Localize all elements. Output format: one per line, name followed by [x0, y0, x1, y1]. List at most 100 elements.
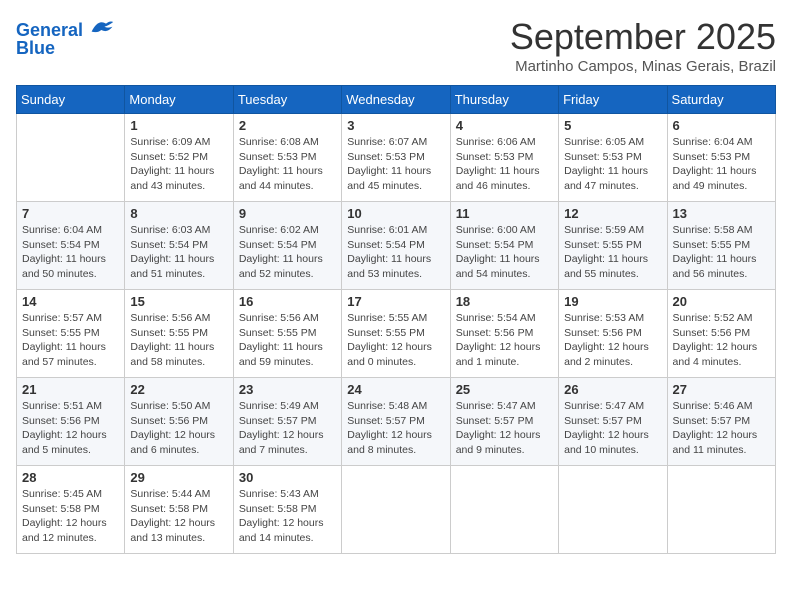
day-number: 13: [673, 206, 770, 221]
col-header-monday: Monday: [125, 86, 233, 114]
calendar-cell: 5 Sunrise: 6:05 AM Sunset: 5:53 PM Daylig…: [559, 114, 667, 202]
day-number: 19: [564, 294, 661, 309]
day-info: Sunrise: 6:03 AM Sunset: 5:54 PM Dayligh…: [130, 223, 227, 282]
day-info: Sunrise: 5:52 AM Sunset: 5:56 PM Dayligh…: [673, 311, 770, 370]
calendar-cell: 12Sunrise: 5:59 AM Sunset: 5:55 PM Dayli…: [559, 202, 667, 290]
week-row-4: 21 Sunrise: 5:51 AM Sunset: 5:56 PM Dayli…: [17, 378, 776, 466]
calendar-cell: 24 Sunrise: 5:48 AM Sunset: 5:57 PM Dayli…: [342, 378, 450, 466]
calendar-cell: [667, 466, 775, 554]
month-title: September 2025: [510, 16, 776, 58]
day-info: Sunrise: 6:06 AM Sunset: 5:53 PM Dayligh…: [456, 135, 553, 194]
logo: General Blue: [16, 16, 114, 59]
day-info: Sunrise: 5:56 AM Sunset: 5:55 PM Dayligh…: [239, 311, 336, 370]
col-header-thursday: Thursday: [450, 86, 558, 114]
calendar-cell: 18 Sunrise: 5:54 AM Sunset: 5:56 PM Dayli…: [450, 290, 558, 378]
day-info: Sunrise: 5:43 AM Sunset: 5:58 PM Dayligh…: [239, 487, 336, 546]
col-header-saturday: Saturday: [667, 86, 775, 114]
logo-bird-icon: [90, 16, 114, 36]
day-info: Sunrise: 6:05 AM Sunset: 5:53 PM Dayligh…: [564, 135, 661, 194]
day-number: 17: [347, 294, 444, 309]
location-subtitle: Martinho Campos, Minas Gerais, Brazil: [510, 58, 776, 75]
day-info: Sunrise: 5:48 AM Sunset: 5:57 PM Dayligh…: [347, 399, 444, 458]
day-info: Sunrise: 5:47 AM Sunset: 5:57 PM Dayligh…: [564, 399, 661, 458]
day-info: Sunrise: 5:51 AM Sunset: 5:56 PM Dayligh…: [22, 399, 119, 458]
calendar-cell: 30 Sunrise: 5:43 AM Sunset: 5:58 PM Dayli…: [233, 466, 341, 554]
calendar-cell: 6Sunrise: 6:04 AM Sunset: 5:53 PM Daylig…: [667, 114, 775, 202]
day-number: 26: [564, 382, 661, 397]
calendar-cell: 26 Sunrise: 5:47 AM Sunset: 5:57 PM Dayli…: [559, 378, 667, 466]
week-row-5: 28 Sunrise: 5:45 AM Sunset: 5:58 PM Dayli…: [17, 466, 776, 554]
day-info: Sunrise: 5:50 AM Sunset: 5:56 PM Dayligh…: [130, 399, 227, 458]
calendar-cell: 2 Sunrise: 6:08 AM Sunset: 5:53 PM Daylig…: [233, 114, 341, 202]
calendar-cell: 20 Sunrise: 5:52 AM Sunset: 5:56 PM Dayli…: [667, 290, 775, 378]
day-number: 24: [347, 382, 444, 397]
title-block: September 2025 Martinho Campos, Minas Ge…: [510, 16, 776, 75]
day-number: 22: [130, 382, 227, 397]
week-row-2: 7 Sunrise: 6:04 AM Sunset: 5:54 PM Daylig…: [17, 202, 776, 290]
calendar-cell: 8 Sunrise: 6:03 AM Sunset: 5:54 PM Daylig…: [125, 202, 233, 290]
day-number: 4: [456, 118, 553, 133]
day-info: Sunrise: 5:55 AM Sunset: 5:55 PM Dayligh…: [347, 311, 444, 370]
day-number: 3: [347, 118, 444, 133]
day-info: Sunrise: 5:53 AM Sunset: 5:56 PM Dayligh…: [564, 311, 661, 370]
calendar-cell: 13 Sunrise: 5:58 AM Sunset: 5:55 PM Dayli…: [667, 202, 775, 290]
col-header-friday: Friday: [559, 86, 667, 114]
col-header-tuesday: Tuesday: [233, 86, 341, 114]
day-info: Sunrise: 5:59 AM Sunset: 5:55 PM Dayligh…: [564, 223, 661, 282]
calendar-cell: 17 Sunrise: 5:55 AM Sunset: 5:55 PM Dayli…: [342, 290, 450, 378]
day-info: Sunrise: 5:56 AM Sunset: 5:55 PM Dayligh…: [130, 311, 227, 370]
calendar-cell: 14Sunrise: 5:57 AM Sunset: 5:55 PM Dayli…: [17, 290, 125, 378]
day-number: 1: [130, 118, 227, 133]
calendar-cell: 10Sunrise: 6:01 AM Sunset: 5:54 PM Dayli…: [342, 202, 450, 290]
calendar-cell: [17, 114, 125, 202]
calendar-cell: 1 Sunrise: 6:09 AM Sunset: 5:52 PM Daylig…: [125, 114, 233, 202]
page-header: General Blue September 2025 Martinho Cam…: [16, 16, 776, 75]
day-number: 16: [239, 294, 336, 309]
calendar-cell: 27 Sunrise: 5:46 AM Sunset: 5:57 PM Dayli…: [667, 378, 775, 466]
calendar-cell: 15Sunrise: 5:56 AM Sunset: 5:55 PM Dayli…: [125, 290, 233, 378]
day-number: 28: [22, 470, 119, 485]
col-header-wednesday: Wednesday: [342, 86, 450, 114]
day-number: 27: [673, 382, 770, 397]
day-number: 21: [22, 382, 119, 397]
calendar-cell: 9 Sunrise: 6:02 AM Sunset: 5:54 PM Daylig…: [233, 202, 341, 290]
calendar-cell: 25Sunrise: 5:47 AM Sunset: 5:57 PM Dayli…: [450, 378, 558, 466]
day-info: Sunrise: 6:04 AM Sunset: 5:53 PM Dayligh…: [673, 135, 770, 194]
day-number: 30: [239, 470, 336, 485]
day-number: 10: [347, 206, 444, 221]
day-info: Sunrise: 5:44 AM Sunset: 5:58 PM Dayligh…: [130, 487, 227, 546]
day-info: Sunrise: 6:08 AM Sunset: 5:53 PM Dayligh…: [239, 135, 336, 194]
calendar-cell: 28 Sunrise: 5:45 AM Sunset: 5:58 PM Dayli…: [17, 466, 125, 554]
day-number: 25: [456, 382, 553, 397]
day-info: Sunrise: 6:02 AM Sunset: 5:54 PM Dayligh…: [239, 223, 336, 282]
day-info: Sunrise: 5:49 AM Sunset: 5:57 PM Dayligh…: [239, 399, 336, 458]
calendar-cell: 21 Sunrise: 5:51 AM Sunset: 5:56 PM Dayli…: [17, 378, 125, 466]
day-info: Sunrise: 5:46 AM Sunset: 5:57 PM Dayligh…: [673, 399, 770, 458]
calendar-cell: 23Sunrise: 5:49 AM Sunset: 5:57 PM Dayli…: [233, 378, 341, 466]
day-number: 8: [130, 206, 227, 221]
day-number: 18: [456, 294, 553, 309]
week-row-3: 14Sunrise: 5:57 AM Sunset: 5:55 PM Dayli…: [17, 290, 776, 378]
calendar-cell: [559, 466, 667, 554]
calendar-cell: 19 Sunrise: 5:53 AM Sunset: 5:56 PM Dayli…: [559, 290, 667, 378]
col-header-sunday: Sunday: [17, 86, 125, 114]
calendar-cell: 29Sunrise: 5:44 AM Sunset: 5:58 PM Dayli…: [125, 466, 233, 554]
day-number: 20: [673, 294, 770, 309]
day-info: Sunrise: 5:54 AM Sunset: 5:56 PM Dayligh…: [456, 311, 553, 370]
calendar-header-row: SundayMondayTuesdayWednesdayThursdayFrid…: [17, 86, 776, 114]
day-info: Sunrise: 6:04 AM Sunset: 5:54 PM Dayligh…: [22, 223, 119, 282]
day-number: 9: [239, 206, 336, 221]
week-row-1: 1 Sunrise: 6:09 AM Sunset: 5:52 PM Daylig…: [17, 114, 776, 202]
day-info: Sunrise: 6:09 AM Sunset: 5:52 PM Dayligh…: [130, 135, 227, 194]
day-info: Sunrise: 6:00 AM Sunset: 5:54 PM Dayligh…: [456, 223, 553, 282]
day-number: 5: [564, 118, 661, 133]
calendar-cell: 3Sunrise: 6:07 AM Sunset: 5:53 PM Daylig…: [342, 114, 450, 202]
day-number: 2: [239, 118, 336, 133]
day-info: Sunrise: 5:58 AM Sunset: 5:55 PM Dayligh…: [673, 223, 770, 282]
calendar-cell: 7 Sunrise: 6:04 AM Sunset: 5:54 PM Daylig…: [17, 202, 125, 290]
calendar-cell: [342, 466, 450, 554]
day-number: 11: [456, 206, 553, 221]
day-info: Sunrise: 5:45 AM Sunset: 5:58 PM Dayligh…: [22, 487, 119, 546]
day-number: 7: [22, 206, 119, 221]
calendar-cell: 11 Sunrise: 6:00 AM Sunset: 5:54 PM Dayli…: [450, 202, 558, 290]
